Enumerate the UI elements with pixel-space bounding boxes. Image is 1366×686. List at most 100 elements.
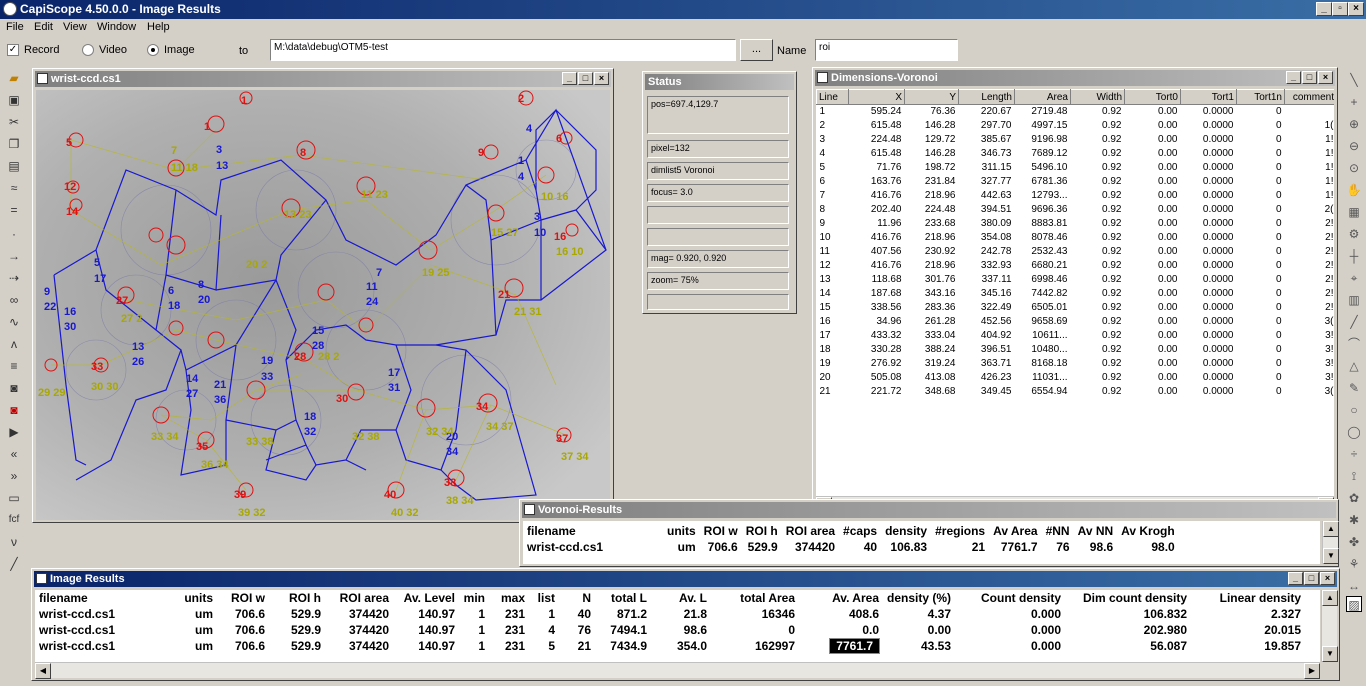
table-cell: 40	[863, 540, 878, 554]
results-maximize-button[interactable]: □	[1304, 572, 1319, 585]
results-scroll-down-icon[interactable]: ▼	[1322, 646, 1338, 662]
cell-icon[interactable]: ✿	[1346, 490, 1362, 506]
results-scroll-up-icon[interactable]: ▲	[1322, 590, 1338, 606]
polyline-icon[interactable]: ⌒	[1346, 336, 1362, 352]
circle-icon[interactable]: ○	[1346, 402, 1362, 418]
wave-icon[interactable]: ≈	[6, 180, 22, 196]
voronoi-results-grid[interactable]: filename units ROI w ROI h ROI area #caps dens…	[523, 521, 1320, 564]
image-maximize-button[interactable]: □	[578, 72, 593, 85]
paste-icon[interactable]: ▤	[6, 158, 22, 174]
tape-icon[interactable]: ▭	[6, 490, 22, 506]
rewind-icon[interactable]: «	[6, 446, 22, 462]
crosshair-icon[interactable]: +	[1346, 94, 1362, 110]
lines-icon[interactable]: ≡	[6, 358, 22, 374]
save-icon[interactable]: ▣	[6, 92, 22, 108]
results-minimize-button[interactable]: _	[1288, 572, 1303, 585]
table-cell: 230.92	[924, 246, 956, 257]
zigzag-icon[interactable]: ʌ	[6, 336, 22, 352]
arrow-right-icon[interactable]: →	[6, 248, 22, 264]
dimensions-maximize-button[interactable]: □	[1302, 71, 1317, 84]
video-radio[interactable]	[82, 44, 94, 56]
table-cell: 319.24	[924, 358, 956, 369]
ruler-icon[interactable]: ┼	[1346, 248, 1362, 264]
waveform-icon[interactable]: ∿	[6, 314, 22, 330]
pointer-icon[interactable]: ╲	[1346, 72, 1362, 88]
polygon-icon[interactable]: △	[1346, 358, 1362, 374]
name-input[interactable]: roi	[815, 39, 958, 61]
copy-icon[interactable]: ❐	[6, 136, 22, 152]
hand-icon[interactable]: ✋	[1346, 182, 1362, 198]
scroll-up-icon[interactable]: ▲	[1323, 521, 1339, 537]
bug-icon[interactable]: ✱	[1346, 512, 1362, 528]
dot-icon[interactable]: ·	[6, 226, 22, 242]
results-scroll-right-icon[interactable]: ▶	[1304, 663, 1320, 679]
close-button[interactable]: ×	[1348, 2, 1364, 16]
table-cell: 0.0000	[1202, 120, 1234, 131]
image-close-button[interactable]: ×	[594, 72, 609, 85]
image-results-grid[interactable]: filename units ROI w ROI h ROI area Av. Level…	[35, 590, 1320, 662]
menu-window[interactable]: Window	[97, 21, 136, 33]
folder-open-icon[interactable]: ▰	[6, 70, 22, 86]
branch-icon[interactable]: ⚘	[1346, 556, 1362, 572]
line-measure-icon[interactable]: ╱	[1346, 314, 1362, 330]
table-cell: 7761.7	[1000, 540, 1038, 554]
results-vscrollbar[interactable]: ▲ ▼	[1321, 590, 1338, 662]
freehand-icon[interactable]: ✎	[1346, 380, 1362, 396]
results-hscrollbar[interactable]: ◀ ▶	[35, 662, 1320, 679]
table-cell: 0.92	[1102, 176, 1122, 187]
dimensions-grid[interactable]: Line X Y Length Area Width Tort0 Tort1 Tort1n com…	[816, 89, 1334, 496]
fast-forward-icon[interactable]: »	[6, 468, 22, 484]
menu-file[interactable]: File	[6, 21, 24, 33]
camera-icon[interactable]: ◙	[6, 380, 22, 396]
arrow-right-2-icon[interactable]: ⇢	[6, 270, 22, 286]
measure-icon[interactable]: ▥	[1346, 292, 1362, 308]
svg-text:11 18: 11 18	[171, 162, 198, 174]
record-checkbox[interactable]: ✓	[7, 44, 19, 56]
grid-icon[interactable]: ▦	[1346, 204, 1362, 220]
scroll-down-icon[interactable]: ▼	[1323, 548, 1339, 564]
zoom-fit-icon[interactable]: ⊙	[1346, 160, 1362, 176]
infinity-icon[interactable]: ∞	[6, 292, 22, 308]
menu-edit[interactable]: Edit	[34, 21, 53, 33]
voronoi-title: Voronoi-Results	[538, 504, 623, 516]
svg-text:18: 18	[168, 300, 180, 312]
image-radio[interactable]	[147, 44, 159, 56]
voronoi-vscrollbar[interactable]: ▲ ▼	[1322, 521, 1339, 564]
menu-help[interactable]: Help	[147, 21, 170, 33]
svg-text:22: 22	[44, 301, 56, 313]
dimensions-titlebar: Dimensions-Voronoi _ □ ×	[815, 70, 1335, 86]
zoom-in-icon[interactable]: ⊕	[1346, 116, 1362, 132]
play-icon[interactable]: ▶	[6, 424, 22, 440]
cut-icon[interactable]: ✂	[6, 114, 22, 130]
results-scroll-left-icon[interactable]: ◀	[35, 663, 51, 679]
svg-text:32 34: 32 34	[426, 426, 454, 438]
dimensions-close-button[interactable]: ×	[1318, 71, 1333, 84]
line-tool-icon[interactable]: ╱	[6, 556, 22, 572]
fcf-icon[interactable]: fcf	[6, 512, 22, 528]
voronoi-results-table: filename units ROI w ROI h ROI area #caps dens…	[523, 523, 1179, 555]
settings-icon[interactable]: ⚙	[1346, 226, 1362, 242]
tree-icon[interactable]: ⟟	[1346, 468, 1362, 484]
ellipse-icon[interactable]: ◯	[1346, 424, 1362, 440]
network-icon[interactable]: ✤	[1346, 534, 1362, 550]
roi-tool-icon[interactable]: ⌖	[1346, 270, 1362, 286]
results-col-header: min	[463, 591, 485, 605]
divide-icon[interactable]: ÷	[1346, 446, 1362, 462]
arrows-icon[interactable]: ↔	[1346, 578, 1362, 594]
dim-col-header: Area	[1014, 89, 1071, 105]
micrograph-canvas[interactable]: 518 12149 1 26 162130 333534 39 4038 37282…	[36, 90, 610, 520]
image-minimize-button[interactable]: _	[562, 72, 577, 85]
results-close-button[interactable]: ×	[1320, 572, 1335, 585]
svg-text:38 34: 38 34	[446, 495, 474, 507]
image-icon[interactable]: ▨	[1346, 596, 1362, 612]
nu-icon[interactable]: ν	[6, 534, 22, 550]
maximize-button[interactable]: ▫	[1332, 2, 1348, 16]
path-input[interactable]: M:\data\debug\OTM5-test	[270, 39, 736, 61]
browse-button[interactable]: ...	[740, 39, 773, 61]
equals-icon[interactable]: =	[6, 202, 22, 218]
minimize-button[interactable]: _	[1316, 2, 1332, 16]
zoom-out-icon[interactable]: ⊖	[1346, 138, 1362, 154]
menu-view[interactable]: View	[63, 21, 87, 33]
dimensions-minimize-button[interactable]: _	[1286, 71, 1301, 84]
record-camera-icon[interactable]: ◙	[6, 402, 22, 418]
